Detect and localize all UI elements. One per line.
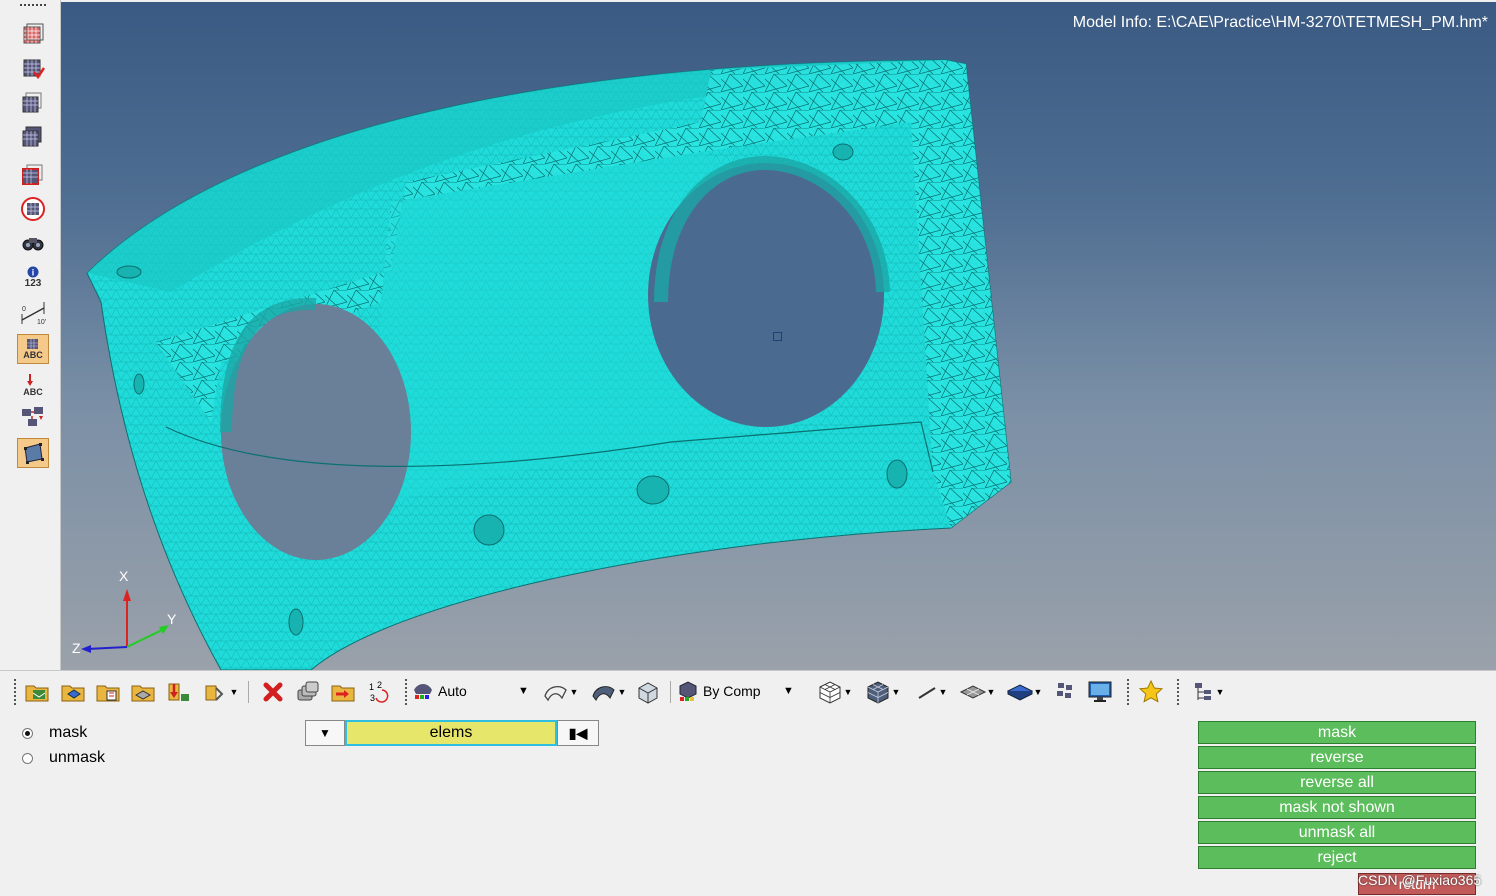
graphics-viewport[interactable]: Model Info: E:\CAE\Practice\HM-3270\TETM…	[61, 2, 1496, 670]
action-buttons: mask reverse reverse all mask not shown …	[1198, 721, 1476, 871]
open-model-icon[interactable]	[22, 677, 52, 707]
svg-text:1: 1	[369, 682, 374, 692]
auto-combo[interactable]: Auto ▼	[412, 678, 534, 704]
radio-button[interactable]	[22, 727, 33, 739]
find-icon[interactable]	[17, 228, 49, 258]
unmask-all-button[interactable]: unmask all	[1198, 821, 1476, 844]
radio-mask[interactable]: mask	[22, 724, 87, 742]
chevron-down-icon[interactable]: ▼	[618, 687, 627, 697]
shaded-fill-icon[interactable]: ▼	[585, 677, 631, 707]
element-layout-icon[interactable]	[1050, 677, 1080, 707]
plane-icon[interactable]	[17, 438, 49, 468]
axis-y-label: Y	[167, 611, 177, 627]
svg-text:2: 2	[377, 680, 382, 690]
chevron-down-icon[interactable]: ▼	[1216, 687, 1225, 697]
star-icon[interactable]	[1136, 677, 1166, 707]
radio-button[interactable]	[22, 752, 33, 764]
reorder-icon[interactable]	[17, 402, 49, 432]
cursor-marker	[773, 332, 782, 341]
toolbar-grip[interactable]	[1177, 679, 1179, 705]
numbers-icon[interactable]: i 123	[17, 262, 49, 292]
monitor-icon[interactable]	[1085, 677, 1115, 707]
renumber-icon[interactable]: 123	[364, 677, 394, 707]
toolbar-divider	[248, 681, 249, 703]
watermark-text: CSDN @Fuxiao365	[1358, 872, 1482, 888]
reverse-all-button[interactable]: reverse all	[1198, 771, 1476, 794]
left-toolbar: i 123 0 10' ABC ABC	[0, 0, 61, 670]
bycomp-combo[interactable]: By Comp ▼	[677, 678, 809, 704]
shaded-surface-icon[interactable]: ▼	[538, 677, 582, 707]
unmask-icon[interactable]	[17, 54, 49, 84]
2d-element-icon[interactable]: ▼	[955, 677, 999, 707]
numbers-text: 123	[24, 277, 42, 289]
radio-unmask[interactable]: unmask	[22, 749, 105, 767]
export-dropdown[interactable]: ▼	[198, 677, 242, 707]
reject-button[interactable]: reject	[1198, 846, 1476, 869]
toolbar-grip[interactable]	[405, 679, 407, 705]
color-by-icon	[679, 681, 697, 701]
entity-type-dropdown[interactable]: ▼	[305, 720, 345, 746]
import-geometry-icon[interactable]	[93, 677, 123, 707]
radio-unmask-label: unmask	[49, 749, 106, 766]
axis-x-label: X	[119, 568, 129, 584]
chevron-down-icon[interactable]: ▼	[230, 687, 239, 697]
model-tree-icon[interactable]: ▼	[1186, 677, 1230, 707]
toolbar-grip[interactable]	[20, 4, 46, 10]
toolbar-grip[interactable]	[14, 679, 16, 705]
mask-button[interactable]: mask	[1198, 721, 1476, 744]
bottom-toolbar: ▼ 123 Auto ▼ ▼ ▼ By Comp ▼ ▼ ▼ ▼ ▼ ▼ ▼	[0, 670, 1496, 715]
import-solver-icon[interactable]	[128, 677, 158, 707]
reverse-button[interactable]: reverse	[1198, 746, 1476, 769]
chevron-down-icon: ▼	[319, 726, 331, 740]
svg-text:3: 3	[370, 693, 375, 703]
mask-icon[interactable]	[17, 20, 49, 50]
chevron-down-icon[interactable]: ▼	[892, 687, 901, 697]
line-element-icon[interactable]: ▼	[910, 677, 952, 707]
wireframe-mesh-icon[interactable]: ▼	[812, 677, 856, 707]
skip-back-icon: ▮◀	[568, 724, 588, 741]
isolate-icon[interactable]	[17, 160, 49, 190]
mask-not-shown-button[interactable]: mask not shown	[1198, 796, 1476, 819]
chevron-down-icon[interactable]: ▼	[844, 687, 853, 697]
elems-selector[interactable]: elems	[345, 720, 557, 746]
solid-box-icon[interactable]	[633, 677, 663, 707]
label-icon[interactable]: ABC	[17, 334, 49, 364]
bycomp-label: By Comp	[703, 683, 761, 699]
chevron-down-icon[interactable]: ▼	[783, 685, 794, 697]
axis-z-label: Z	[72, 640, 81, 656]
3d-element-icon[interactable]: ▼	[1002, 677, 1046, 707]
chevron-down-icon[interactable]: ▼	[1034, 687, 1043, 697]
reverse-icon[interactable]	[17, 194, 49, 224]
visualization-icon	[414, 684, 432, 699]
label-arrow-text: ABC	[23, 387, 43, 397]
delete-icon[interactable]	[258, 677, 288, 707]
chevron-down-icon[interactable]: ▼	[987, 687, 996, 697]
components-icon[interactable]	[293, 677, 323, 707]
svg-text:0: 0	[22, 306, 26, 313]
label-arrow-icon[interactable]: ABC	[17, 370, 49, 400]
chevron-down-icon[interactable]: ▼	[939, 687, 948, 697]
toolbar-divider	[670, 681, 671, 703]
svg-text:10': 10'	[37, 319, 46, 326]
shaded-mesh-icon[interactable]: ▼	[860, 677, 904, 707]
chevron-down-icon[interactable]: ▼	[518, 685, 529, 697]
hide-icon[interactable]	[17, 122, 49, 152]
measure-icon[interactable]: 0 10'	[17, 298, 49, 328]
auto-label: Auto	[438, 683, 467, 699]
toolbar-grip[interactable]	[1127, 679, 1129, 705]
label-text: ABC	[23, 350, 43, 360]
reset-selection-button[interactable]: ▮◀	[557, 720, 599, 746]
organize-icon[interactable]	[328, 677, 358, 707]
export-icon[interactable]	[163, 677, 193, 707]
chevron-down-icon[interactable]: ▼	[570, 687, 579, 697]
entity-selector: ▼ elems ▮◀	[305, 720, 599, 746]
import-icon[interactable]	[58, 677, 88, 707]
show-icon[interactable]	[17, 88, 49, 118]
radio-mask-label: mask	[49, 724, 88, 741]
svg-text:i: i	[32, 267, 35, 277]
